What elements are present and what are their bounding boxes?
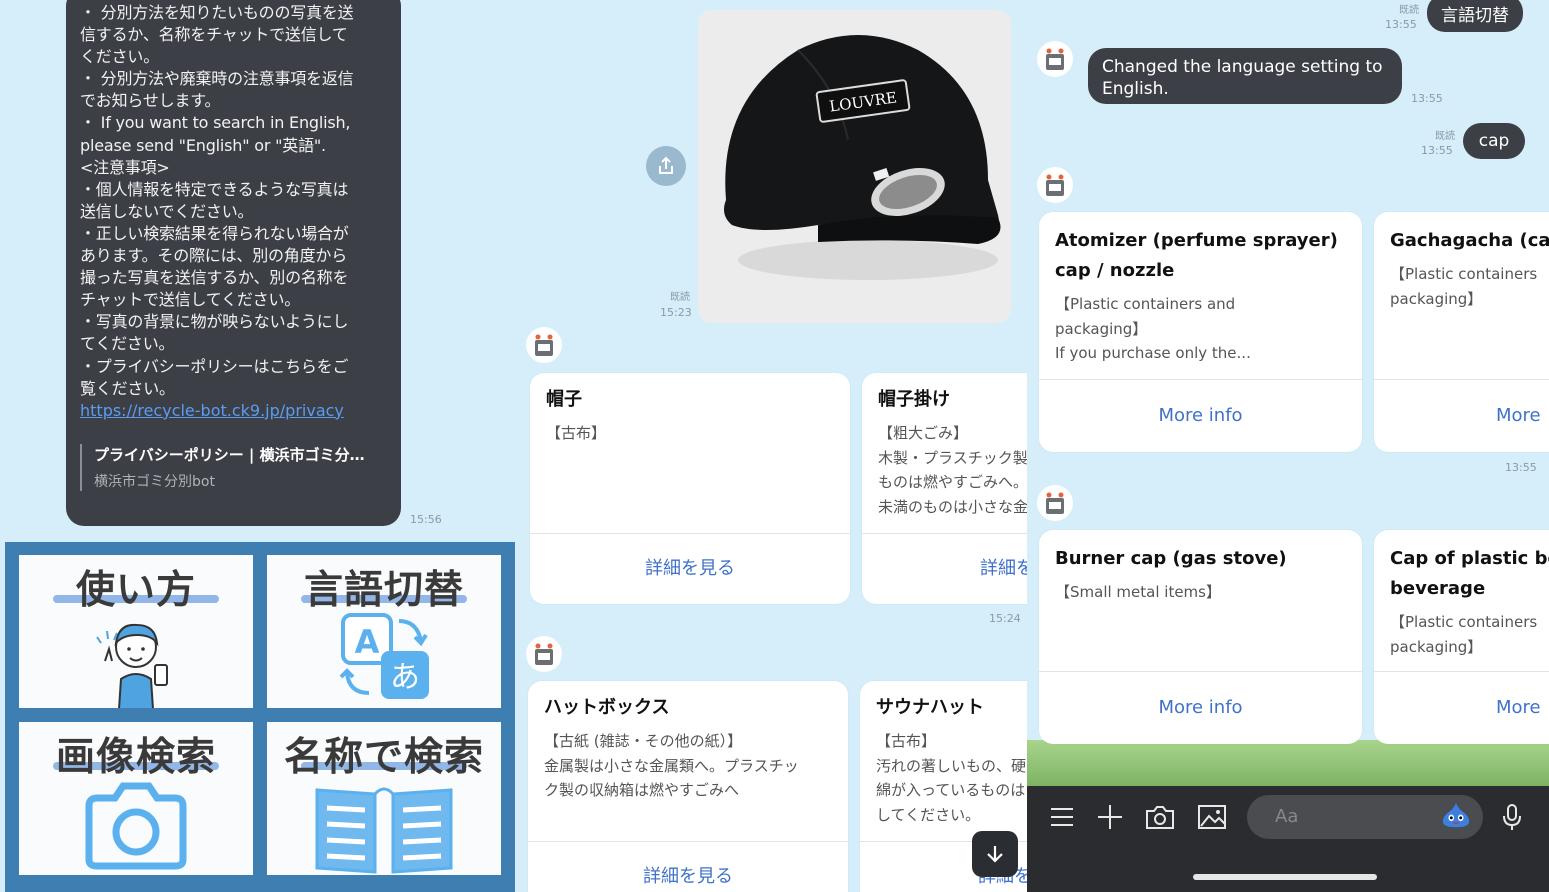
result-card: ハットボックス 【古紙 (雑誌・その他の紙）】 金属製は小さな金属類へ。プラスチ… [528, 681, 848, 892]
message-time: 13:55 [1411, 92, 1443, 105]
card-title: ハットボックス [544, 697, 670, 718]
scroll-to-bottom-button[interactable] [972, 831, 1018, 877]
card-description: 【古布】 [546, 424, 607, 442]
card-description: 【Small metal items】 [1055, 583, 1221, 601]
menu-language-switch[interactable]: 言語切替 A あ [267, 555, 501, 708]
menu-label-name-search: 名称で検索 [283, 735, 484, 780]
card-description: 【古紙 (雑誌・その他の紙）】 金属製は小さな金属類へ。プラスチッ ク製の収納箱… [544, 732, 799, 799]
card-description: 【Plastic containers and packaging】 If yo… [1055, 295, 1251, 362]
bot-message-bubble: Changed the language setting to English. [1088, 48, 1402, 104]
link-preview-title: プライバシーポリシー | 横浜市ゴミ分… [94, 446, 365, 464]
card-description: 【Plastic containers packaging】 [1390, 265, 1538, 308]
link-preview-site: 横浜市ゴミ分別bot [94, 474, 215, 490]
bot-avatar-icon [1037, 167, 1073, 203]
read-receipt: 既読 [670, 292, 690, 303]
svg-text:A: A [355, 623, 380, 661]
result-card: 帽子 【古布】 詳細を見る [530, 373, 850, 604]
microphone-icon[interactable] [1497, 802, 1527, 832]
chat-panel-japanese-intro: ・ 分別方法を知りたいものの写真を送 信するか、名称をチャットで送信して くださ… [0, 0, 516, 892]
message-time: 13:55 [1421, 144, 1453, 157]
card-title: 帽子 [546, 389, 582, 410]
bot-avatar-icon [526, 327, 562, 363]
menu-label-how-to-use: 使い方 [75, 568, 196, 613]
message-input-bar: Aa [1027, 786, 1549, 892]
result-card: 帽子掛け 【粗大ごみ】 木製・プラスチック製 ものは燃やすごみへ。 未満のものは… [862, 373, 1027, 604]
menu-icon[interactable] [1047, 802, 1077, 832]
card-description: 【古布】 汚れの著しいもの、硬 綿が入っているものは してください。 [876, 732, 1027, 824]
bot-message-text: ・ 分別方法を知りたいものの写真を送 信するか、名称をチャットで送信して くださ… [80, 3, 354, 398]
svg-text:あ: あ [390, 660, 420, 695]
result-card: Atomizer (perfume sprayer) cap / nozzle … [1039, 212, 1362, 452]
result-card: Gachagacha (ca 【Plastic containers packa… [1374, 212, 1549, 452]
camera-icon [19, 780, 253, 870]
menu-how-to-use[interactable]: 使い方 [19, 555, 253, 708]
card-title: Burner cap (gas stove) [1055, 548, 1287, 569]
rich-menu: 使い方 言語切替 A あ 画像検索 名称で検索 [5, 542, 515, 892]
read-receipt: 既読 [1399, 5, 1419, 16]
more-info-button[interactable]: More info [1039, 671, 1362, 744]
menu-name-search[interactable]: 名称で検索 [267, 722, 501, 875]
sent-photo-cap[interactable]: LOUVRE [698, 10, 1011, 323]
background-scenery [1027, 740, 1549, 786]
more-info-button[interactable]: More [1374, 379, 1549, 452]
bot-avatar-icon [1037, 41, 1073, 77]
card-description: 【Plastic containers packaging】 [1390, 613, 1538, 656]
camera-icon[interactable] [1145, 802, 1175, 832]
message-time: 15:23 [660, 306, 692, 319]
image-icon[interactable] [1197, 802, 1227, 832]
bot-avatar-icon [1037, 485, 1073, 521]
chat-panel-japanese-results: 既読 15:23 LOUVRE 帽子 【古布】 詳細を見る 帽子掛け 【粗大ごみ… [516, 0, 1027, 892]
bot-message-bubble: ・ 分別方法を知りたいものの写真を送 信するか、名称をチャットで送信して くださ… [66, 0, 401, 526]
more-info-button[interactable]: More [1374, 671, 1549, 744]
plus-icon[interactable] [1095, 802, 1125, 832]
menu-label-language-switch: 言語切替 [303, 568, 464, 613]
chat-panel-english-results: 既読 13:55 言語切替 Changed the language setti… [1027, 0, 1549, 892]
result-card: Cap of plastic bo beverage 【Plastic cont… [1374, 530, 1549, 744]
home-indicator [1193, 874, 1377, 880]
bot-avatar-icon [526, 636, 562, 672]
more-info-button[interactable]: More info [1039, 379, 1362, 452]
details-button[interactable]: 詳細を [862, 533, 1027, 604]
arrow-down-icon [987, 846, 1003, 863]
link-preview[interactable]: プライバシーポリシー | 横浜市ゴミ分… 横浜市ゴミ分別bot [80, 444, 387, 491]
person-phone-illustration-icon [19, 613, 253, 708]
share-button[interactable] [646, 146, 686, 186]
message-time: 15:56 [410, 513, 442, 526]
card-title: 帽子掛け [878, 389, 950, 410]
card-title: サウナハット [876, 697, 984, 718]
read-receipt: 既読 [1435, 131, 1455, 142]
slime-emoji-icon[interactable] [1441, 800, 1471, 830]
message-time: 13:55 [1505, 461, 1537, 474]
card-title: Atomizer (perfume sprayer) cap / nozzle [1055, 230, 1338, 281]
message-time: 13:55 [1385, 18, 1417, 31]
share-icon [659, 156, 673, 174]
message-time: 15:24 [989, 612, 1021, 625]
card-title: Gachagacha (ca [1390, 230, 1549, 251]
user-message-bubble: cap [1463, 123, 1525, 159]
menu-label-image-search: 画像検索 [55, 735, 216, 780]
translate-icon: A あ [267, 613, 501, 705]
details-button[interactable]: 詳細を見る [530, 533, 850, 604]
card-description: 【粗大ごみ】 木製・プラスチック製 ものは燃やすごみへ。 未満のものは小さな金 [878, 424, 1027, 516]
card-title: Cap of plastic bo beverage [1390, 548, 1549, 599]
result-card: Burner cap (gas stove) 【Small metal item… [1039, 530, 1362, 744]
user-message-bubble: 言語切替 [1427, 0, 1523, 32]
details-button[interactable]: 詳細を見る [528, 841, 848, 892]
menu-image-search[interactable]: 画像検索 [19, 722, 253, 875]
privacy-link[interactable]: https://recycle-bot.ck9.jp/privacy [80, 400, 389, 422]
book-icon [267, 780, 501, 875]
